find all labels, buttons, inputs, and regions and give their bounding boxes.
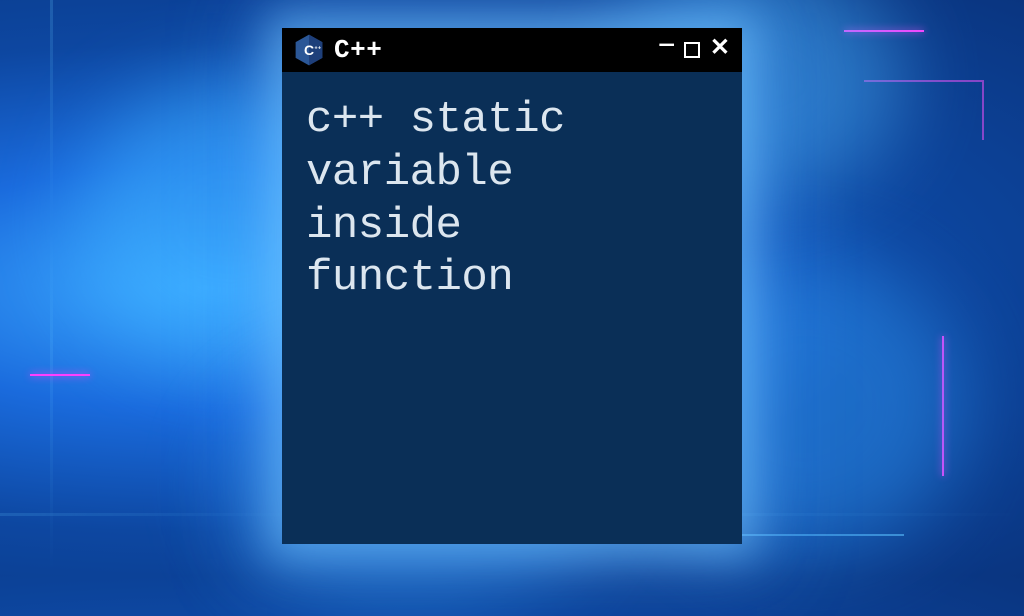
terminal-content: c++ static variable inside function — [282, 72, 742, 544]
maximize-button[interactable] — [684, 42, 700, 58]
neon-line — [844, 30, 924, 32]
svg-text:C: C — [304, 42, 314, 58]
neon-line — [942, 336, 944, 476]
window-title: C++ — [334, 35, 382, 65]
circuit-decor — [864, 80, 984, 140]
titlebar[interactable]: C + + C++ — ✕ — [282, 28, 742, 72]
window-controls: — ✕ — [659, 38, 730, 62]
minimize-button[interactable]: — — [659, 34, 673, 58]
svg-text:+: + — [314, 46, 317, 52]
neon-line — [30, 374, 90, 376]
terminal-window: C + + C++ — ✕ c++ static variable inside… — [282, 28, 742, 544]
close-button[interactable]: ✕ — [710, 38, 730, 62]
svg-text:+: + — [318, 46, 321, 52]
cpp-logo-icon: C + + — [294, 34, 324, 66]
